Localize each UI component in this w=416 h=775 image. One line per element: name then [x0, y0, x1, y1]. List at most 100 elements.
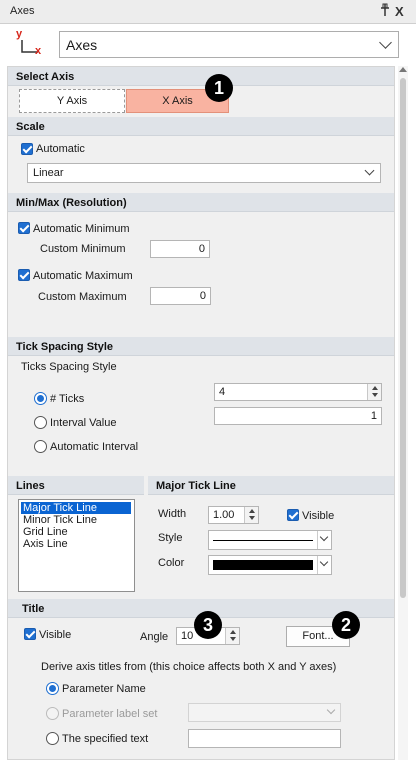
list-item[interactable]: Grid Line — [21, 526, 68, 538]
x-axis-tab-label: X Axis — [162, 95, 193, 107]
parameter-name-label: Parameter Name — [62, 683, 146, 695]
width-value: 1.00 — [213, 509, 235, 521]
auto-max-checkbox[interactable] — [18, 269, 30, 281]
title-section-title: Title — [22, 603, 45, 615]
pin-icon[interactable] — [380, 3, 390, 20]
tick-spacing-title: Tick Spacing Style — [16, 341, 114, 353]
radio-parameter-label-set[interactable] — [46, 707, 59, 720]
line-color-dropdown[interactable] — [317, 556, 331, 574]
spin-down-icon[interactable] — [249, 516, 255, 520]
interval-value-label: Interval Value — [50, 417, 117, 429]
line-style-dropdown[interactable] — [317, 531, 331, 549]
angle-spinner[interactable] — [225, 628, 239, 644]
select-axis-header: Select Axis — [8, 67, 394, 86]
y-axis-tab[interactable]: Y Axis — [19, 89, 125, 113]
select-axis-title: Select Axis — [16, 71, 75, 83]
derive-titles-text: Derive axis titles from (this choice aff… — [41, 661, 337, 673]
line-color-select[interactable] — [208, 555, 332, 575]
window-titlebar: Axes X — [0, 0, 416, 24]
line-color-swatch — [213, 560, 313, 570]
radio-interval-value[interactable] — [34, 416, 47, 429]
list-item[interactable]: Minor Tick Line — [21, 514, 97, 526]
chevron-down-icon — [364, 165, 375, 176]
spin-down-icon[interactable] — [230, 637, 236, 641]
list-item[interactable]: Axis Line — [21, 538, 68, 550]
num-ticks-input[interactable]: 4 — [214, 383, 382, 401]
color-label: Color — [158, 557, 185, 569]
custom-min-value: 0 — [198, 243, 205, 255]
num-ticks-label: # Ticks — [50, 393, 85, 405]
lines-listbox[interactable]: Major Tick Line Minor Tick Line Grid Lin… — [18, 499, 135, 592]
y-axis-tab-label: Y Axis — [56, 95, 88, 107]
custom-min-label: Custom Minimum — [40, 243, 126, 255]
scale-header: Scale — [8, 117, 394, 136]
parameter-label-set-select[interactable] — [188, 703, 341, 722]
axes-icon-x: x — [35, 45, 42, 57]
auto-min-label: Automatic Minimum — [33, 223, 130, 235]
specified-text-label: The specified text — [62, 733, 149, 745]
scroll-up-icon[interactable] — [399, 67, 407, 72]
axes-icon-y: y — [16, 28, 23, 40]
tick-spacing-subtitle: Ticks Spacing Style — [21, 361, 117, 373]
list-item[interactable]: Major Tick Line — [21, 502, 131, 514]
spin-up-icon[interactable] — [249, 509, 255, 513]
parameter-label-set-label: Parameter label set — [62, 708, 158, 720]
num-ticks-value: 4 — [219, 386, 226, 398]
axes-icon: y x — [14, 28, 50, 58]
object-type-select[interactable]: Axes — [59, 31, 399, 58]
scale-type-select[interactable]: Linear — [27, 163, 381, 183]
line-style-select[interactable] — [208, 530, 332, 550]
radio-num-ticks[interactable] — [34, 392, 47, 405]
callout-badge-3: 3 — [194, 611, 222, 639]
auto-min-checkbox[interactable] — [18, 222, 30, 234]
title-visible-checkbox[interactable] — [24, 628, 36, 640]
width-label: Width — [158, 508, 187, 520]
scrollbar-thumb[interactable] — [400, 78, 406, 598]
major-tick-visible-label: Visible — [302, 510, 335, 522]
spin-up-icon[interactable] — [372, 386, 378, 390]
automatic-interval-label: Automatic Interval — [50, 441, 139, 453]
custom-max-value: 0 — [199, 290, 206, 302]
font-button-label: Font... — [302, 630, 334, 642]
specified-text-input[interactable] — [188, 729, 341, 748]
radio-specified-text[interactable] — [46, 732, 59, 745]
lines-header: Lines — [8, 476, 144, 495]
scale-title: Scale — [16, 121, 45, 133]
radio-parameter-name[interactable] — [46, 682, 59, 695]
angle-value: 10 — [181, 630, 194, 642]
major-tick-visible-checkbox[interactable] — [287, 509, 299, 521]
object-type-value: Axes — [66, 37, 98, 53]
window-title: Axes — [10, 5, 35, 17]
auto-max-label: Automatic Maximum — [33, 270, 133, 282]
custom-max-input[interactable]: 0 — [150, 287, 211, 305]
line-style-preview — [213, 540, 313, 541]
lines-title: Lines — [16, 480, 45, 492]
chevron-down-icon — [326, 705, 336, 715]
tick-spacing-header: Tick Spacing Style — [8, 337, 394, 356]
scale-automatic-label: Automatic — [36, 143, 85, 155]
interval-value-input[interactable]: 1 — [214, 407, 382, 425]
style-label: Style — [158, 532, 183, 544]
width-spinner[interactable] — [244, 507, 258, 523]
spin-down-icon[interactable] — [372, 393, 378, 397]
chevron-down-icon — [379, 36, 392, 49]
scale-type-value: Linear — [33, 167, 64, 179]
custom-min-input[interactable]: 0 — [150, 240, 210, 258]
num-ticks-spinner[interactable] — [367, 384, 381, 400]
callout-badge-2: 2 — [332, 611, 360, 639]
radio-automatic-interval[interactable] — [34, 440, 47, 453]
minmax-title: Min/Max (Resolution) — [16, 197, 127, 209]
width-input[interactable]: 1.00 — [208, 506, 259, 524]
title-visible-label: Visible — [39, 629, 72, 641]
chevron-down-icon — [319, 557, 329, 567]
minmax-header: Min/Max (Resolution) — [8, 193, 394, 212]
callout-badge-1: 1 — [205, 74, 233, 102]
major-tick-header: Major Tick Line — [148, 476, 394, 495]
interval-value-value: 1 — [370, 410, 377, 422]
spin-up-icon[interactable] — [230, 630, 236, 634]
major-tick-title: Major Tick Line — [156, 480, 236, 492]
angle-label: Angle — [140, 631, 169, 643]
close-icon[interactable]: X — [395, 4, 404, 19]
scale-automatic-checkbox[interactable] — [21, 143, 33, 155]
chevron-down-icon — [319, 532, 329, 542]
